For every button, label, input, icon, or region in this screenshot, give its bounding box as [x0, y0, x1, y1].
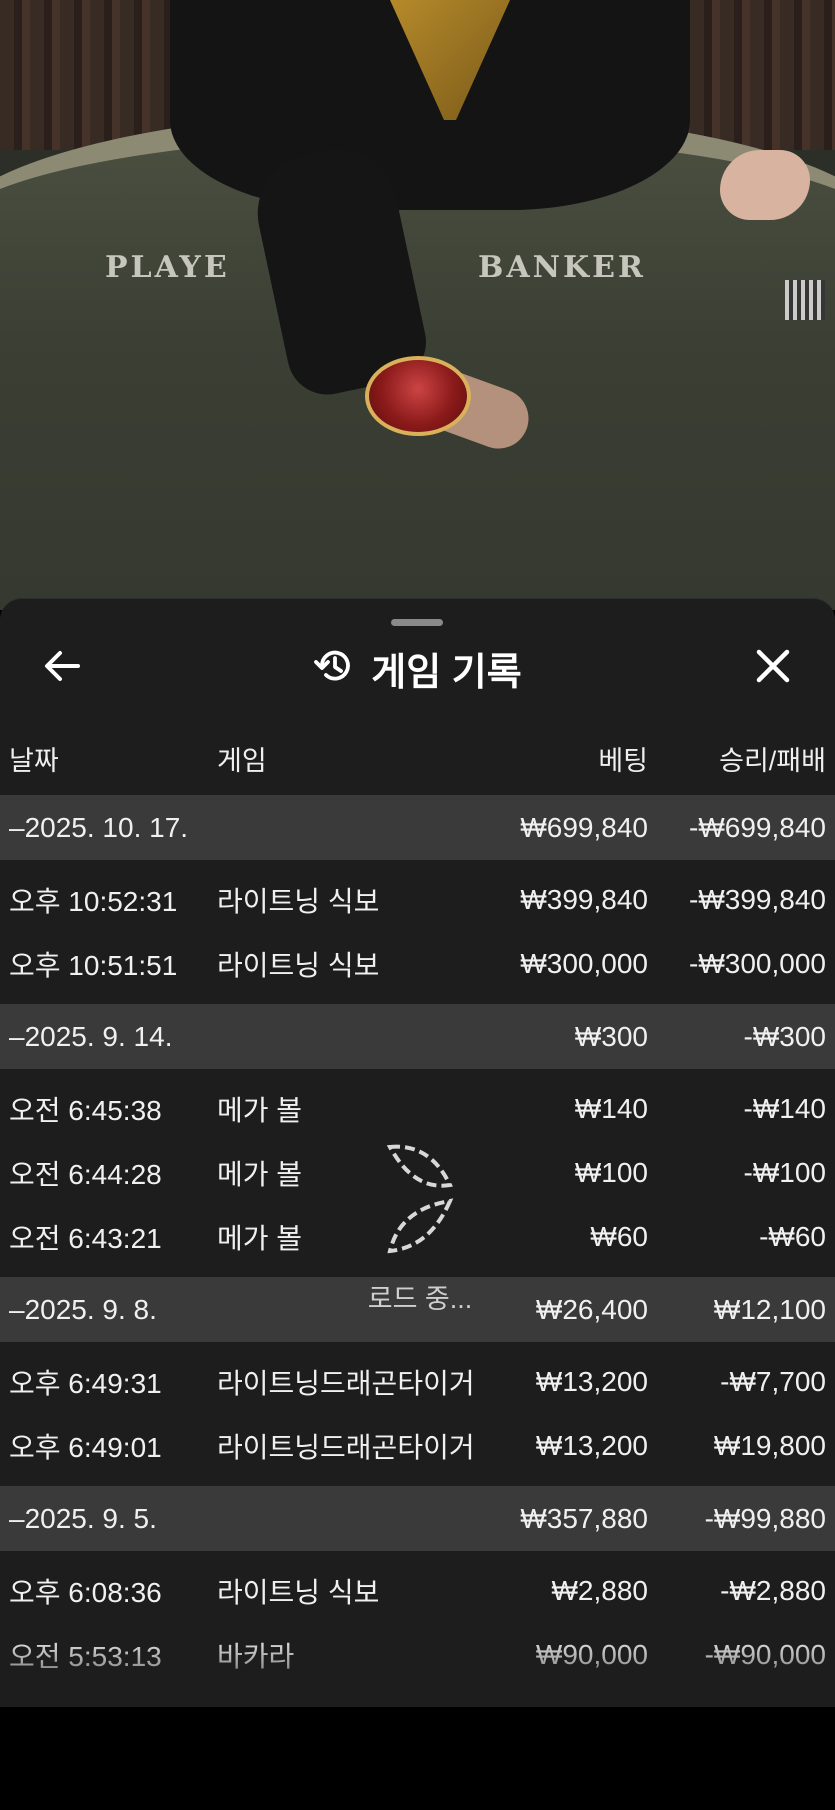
- row-result-amount: -₩699,840: [689, 811, 826, 843]
- row-date: 오후 6:49:31: [9, 1368, 162, 1399]
- row-result-amount: -₩300: [743, 1020, 826, 1052]
- row-date: 오후 6:08:36: [9, 1577, 162, 1608]
- column-header-result: 승리/패배: [719, 746, 826, 776]
- spinner-icon: [370, 1135, 470, 1269]
- row-bet-amount: ₩699,840: [520, 811, 648, 843]
- row-date: –2025. 9. 5.: [9, 1502, 157, 1534]
- row-bet-amount: ₩13,200: [535, 1430, 648, 1461]
- history-row[interactable]: 오후 10:51:51 라이트닝 식보 ₩300,000 -₩300,000: [0, 932, 835, 996]
- row-result-amount: -₩399,840: [689, 884, 826, 915]
- history-row[interactable]: 오후 6:08:36 라이트닝 식보 ₩2,880 -₩2,880: [0, 1559, 835, 1623]
- row-result-amount: -₩100: [743, 1157, 826, 1188]
- table-label-banker: BANKER: [478, 250, 646, 285]
- row-date: 오후 10:52:31: [9, 886, 178, 917]
- loading-text: 로드 중...: [367, 1284, 473, 1314]
- dealer-chip: [365, 356, 471, 436]
- live-video-feed: PLAYE BANKER: [0, 0, 835, 610]
- row-date: 오후 6:49:01: [9, 1432, 162, 1463]
- drag-handle[interactable]: [391, 619, 443, 626]
- close-button[interactable]: [744, 639, 802, 697]
- row-game: 라이트닝 식보: [217, 886, 380, 917]
- dealer-hand: [720, 150, 810, 220]
- row-game: 메가 볼: [217, 1159, 303, 1190]
- date-group-row: –2025. 9. 5. ₩357,880 -₩99,880: [0, 1486, 835, 1551]
- history-row[interactable]: 오전 6:45:38 메가 볼 ₩140 -₩140: [0, 1077, 835, 1141]
- row-game: 메가 볼: [217, 1095, 303, 1126]
- row-bet-amount: ₩357,880: [520, 1502, 648, 1534]
- history-row[interactable]: 오후 6:49:31 라이트닝드래곤타이거 ₩13,200 -₩7,700: [0, 1350, 835, 1414]
- row-result-amount: -₩2,880: [720, 1575, 826, 1606]
- row-bet-amount: ₩300: [574, 1020, 648, 1052]
- row-date: 오전 6:44:28: [9, 1159, 162, 1190]
- row-date: 오전 6:45:38: [9, 1095, 162, 1126]
- row-result-amount: ₩19,800: [713, 1430, 826, 1461]
- row-game: 라이트닝 식보: [217, 1577, 380, 1608]
- close-icon: [755, 648, 791, 688]
- row-bet-amount: ₩140: [574, 1093, 648, 1124]
- row-date: 오후 10:51:51: [9, 950, 178, 981]
- date-group-row: –2025. 10. 17. ₩699,840 -₩699,840: [0, 795, 835, 860]
- table-label-player: PLAYE: [105, 250, 230, 285]
- row-date: 오전 5:53:13: [9, 1641, 162, 1672]
- column-header-date: 날짜: [9, 746, 59, 776]
- row-bet-amount: ₩13,200: [535, 1366, 648, 1397]
- history-row[interactable]: 오전 5:53:13 바카라 ₩90,000 -₩90,000: [0, 1623, 835, 1687]
- row-bet-amount: ₩26,400: [535, 1293, 648, 1325]
- date-group-row: –2025. 9. 14. ₩300 -₩300: [0, 1004, 835, 1069]
- row-bet-amount: ₩399,840: [520, 884, 648, 915]
- row-date: 오전 6:43:21: [9, 1223, 162, 1254]
- card-shoe: [785, 280, 825, 320]
- row-game: 메가 볼: [217, 1223, 303, 1254]
- row-result-amount: -₩300,000: [689, 948, 826, 979]
- row-bet-amount: ₩100: [574, 1157, 648, 1188]
- row-game: 라이트닝드래곤타이거: [217, 1432, 475, 1463]
- sheet-title-group: 게임 기록: [0, 639, 835, 697]
- column-header-game: 게임: [217, 746, 267, 776]
- row-bet-amount: ₩300,000: [520, 948, 648, 979]
- row-game: 바카라: [217, 1641, 295, 1672]
- row-result-amount: -₩140: [743, 1093, 826, 1124]
- sheet-title: 게임 기록: [371, 651, 522, 694]
- history-icon: [313, 645, 355, 691]
- row-game: 라이트닝드래곤타이거: [217, 1368, 475, 1399]
- column-header-bet: 베팅: [598, 746, 648, 776]
- row-result-amount: -₩99,880: [704, 1502, 826, 1534]
- row-bet-amount: ₩60: [590, 1221, 648, 1252]
- history-row[interactable]: 오후 10:52:31 라이트닝 식보 ₩399,840 -₩399,840: [0, 868, 835, 932]
- loading-indicator: 로드 중...: [340, 1135, 500, 1345]
- row-date: –2025. 9. 14.: [9, 1020, 173, 1052]
- sheet-header: 게임 기록: [0, 639, 835, 697]
- row-game: 라이트닝 식보: [217, 950, 380, 981]
- row-result-amount: -₩7,700: [720, 1366, 826, 1397]
- row-date: –2025. 10. 17.: [9, 811, 189, 843]
- row-result-amount: -₩60: [759, 1221, 826, 1252]
- row-date: –2025. 9. 8.: [9, 1293, 157, 1325]
- row-result-amount: -₩90,000: [704, 1639, 826, 1670]
- row-bet-amount: ₩2,880: [551, 1575, 649, 1606]
- history-row[interactable]: 오후 6:49:01 라이트닝드래곤타이거 ₩13,200 ₩19,800: [0, 1414, 835, 1478]
- row-result-amount: ₩12,100: [713, 1293, 826, 1325]
- row-bet-amount: ₩90,000: [535, 1639, 648, 1670]
